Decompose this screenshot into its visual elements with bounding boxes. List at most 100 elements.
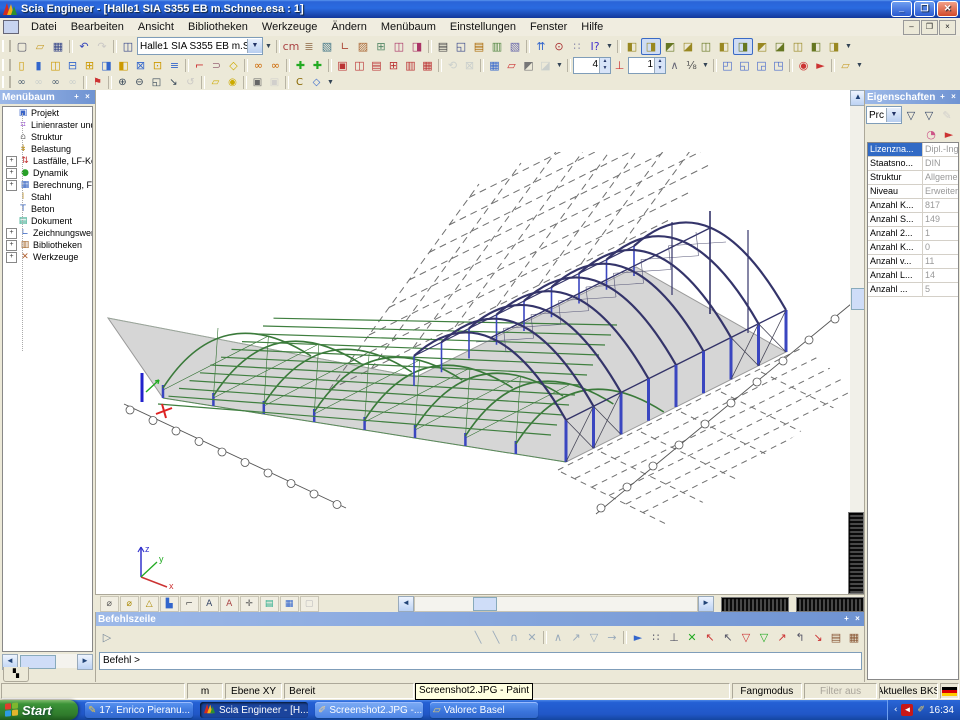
delete-icon[interactable]: ✕ — [523, 630, 541, 645]
connect-icon[interactable]: ⌐ — [191, 58, 208, 73]
sidebar-item-projekt[interactable]: ▣Projekt — [3, 107, 92, 119]
view-mode-4-icon[interactable]: ◪ — [679, 39, 697, 54]
chevron-down-icon[interactable]: ▼ — [886, 108, 901, 122]
palette-icon[interactable]: ▨ — [354, 39, 372, 54]
doc-icon[interactable]: ▤ — [260, 596, 279, 612]
cursor-snap-icon[interactable]: ► — [629, 630, 647, 645]
print-preview-icon[interactable]: ◱ — [452, 39, 470, 54]
minimize-button[interactable]: _ — [891, 1, 912, 17]
view-mode-10-icon[interactable]: ◫ — [789, 39, 807, 54]
rib-icon[interactable]: ⊡ — [149, 58, 166, 73]
view-mode-5-icon[interactable]: ◫ — [697, 39, 715, 54]
draw-line-icon[interactable]: ╲ — [469, 630, 487, 645]
sidebar-item-dynamik[interactable]: +●Dynamik — [3, 167, 92, 179]
raster-icon[interactable]: ∷ — [568, 39, 586, 54]
snap-node2-icon[interactable]: ▽ — [755, 630, 773, 645]
property-row[interactable]: StrukturAllgemei... — [868, 171, 958, 185]
scale-icon[interactable]: ⊥ — [611, 58, 628, 73]
pin-icon[interactable]: + — [71, 92, 82, 103]
axes-cross-icon[interactable]: ✛ — [240, 596, 259, 612]
menu-ansicht[interactable]: Ansicht — [131, 20, 181, 34]
import-icon[interactable]: ▱ — [503, 58, 520, 73]
link-3-icon[interactable]: ∞ — [47, 76, 64, 89]
fly-mode-icon[interactable]: ► — [812, 58, 829, 73]
tray-app-icon[interactable]: ◄ — [901, 704, 913, 716]
expand-icon[interactable]: + — [6, 240, 17, 251]
column-icon[interactable]: ▮ — [30, 58, 47, 73]
palette-red-icon[interactable]: ◉ — [795, 58, 812, 73]
property-row[interactable]: Anzahl L...14 — [868, 269, 958, 283]
clipboard-icon[interactable]: C — [291, 76, 308, 89]
new-file-icon[interactable]: ▢ — [13, 39, 31, 54]
property-row[interactable]: Anzahl K...817 — [868, 199, 958, 213]
taskbar-button-17enricopieran[interactable]: ✎17. Enrico Pieranu... — [85, 702, 193, 718]
layers-icon[interactable]: ≣ — [300, 39, 318, 54]
picture-icon[interactable]: ▥ — [488, 39, 506, 54]
expand-icon[interactable]: + — [6, 180, 17, 191]
clip-1-icon[interactable]: ⌀ — [100, 596, 119, 612]
storage-icon[interactable]: ▦ — [486, 58, 503, 73]
restore-button[interactable]: ❐ — [914, 1, 935, 17]
toolbar-dropdown-icon[interactable]: ▼ — [854, 58, 865, 73]
plate-icon[interactable]: ◨ — [98, 58, 115, 73]
property-row[interactable]: Anzahl S...149 — [868, 213, 958, 227]
menu-tree-tab[interactable]: ▚ — [3, 667, 29, 682]
menu-menbaum[interactable]: Menübaum — [374, 20, 443, 34]
menu-hilfe[interactable]: Hilfe — [574, 20, 610, 34]
close-panel-icon[interactable]: × — [948, 92, 959, 103]
property-row[interactable]: Lizenzna...Dipl.-Ing... — [868, 143, 958, 157]
add-load-icon[interactable]: ✚ — [292, 58, 309, 73]
spinner-spin_a[interactable]: 4▲▼ — [573, 57, 611, 74]
toolbar-dropdown-icon[interactable]: ▼ — [554, 58, 565, 73]
hide-icons-chevron-icon[interactable]: ‹ — [894, 705, 898, 715]
sidebar-item-beton[interactable]: TBeton — [3, 203, 92, 215]
clip-slider-vertical[interactable] — [848, 512, 864, 594]
sidebar-item-dokument[interactable]: ▤Dokument — [3, 215, 92, 227]
section-b1-icon[interactable]: ▣ — [334, 58, 351, 73]
sidebar-item-werkzeuge[interactable]: +✕Werkzeuge — [3, 251, 92, 263]
mdi-minimize-button[interactable]: – — [903, 20, 920, 35]
section-b2-icon[interactable]: ◫ — [351, 58, 368, 73]
sidebar-item-lastfllelfkc[interactable]: +⇅Lastfälle, LF-Kc — [3, 155, 92, 167]
start-button[interactable]: Start — [0, 700, 78, 720]
snap-midpoint-icon[interactable]: ↖ — [719, 630, 737, 645]
view-mode-9-icon[interactable]: ◪ — [771, 39, 789, 54]
haunch-icon[interactable]: ⊟ — [64, 58, 81, 73]
mdi-close-button[interactable]: × — [939, 20, 956, 35]
snap-nearest-icon[interactable]: ↘ — [809, 630, 827, 645]
opening-icon[interactable]: ⊠ — [132, 58, 149, 73]
filter-icon[interactable]: ▽ — [902, 108, 920, 123]
hscroll-thumb[interactable] — [473, 597, 497, 611]
menu-bibliotheken[interactable]: Bibliotheken — [181, 20, 255, 34]
expand-icon[interactable]: + — [6, 168, 17, 179]
chart-icon[interactable]: ▙ — [160, 596, 179, 612]
link-1-icon[interactable]: ∞ — [13, 76, 30, 89]
support-icon[interactable]: ◇ — [225, 58, 242, 73]
document-icon[interactable]: ▤ — [470, 39, 488, 54]
sidebar-item-struktur[interactable]: ⌂Struktur — [3, 131, 92, 143]
pin-icon[interactable]: + — [841, 614, 852, 625]
light-icon[interactable]: ◉ — [224, 76, 241, 89]
beam-icon[interactable]: ◫ — [47, 58, 64, 73]
units-icon[interactable]: cm — [282, 39, 300, 54]
sidebar-item-linienrasterund[interactable]: ⌗Linienraster und — [3, 119, 92, 131]
camera-icon[interactable]: ▣ — [249, 76, 266, 89]
peaks-icon[interactable]: ∧ — [666, 58, 683, 73]
close-button[interactable]: ✕ — [937, 1, 958, 17]
view-mode-6-icon[interactable]: ◧ — [715, 39, 733, 54]
window-2-icon[interactable]: ◱ — [736, 58, 753, 73]
undo-icon[interactable]: ↶ — [75, 39, 93, 54]
search-icon[interactable]: ⊙ — [550, 39, 568, 54]
select-up-icon[interactable]: ∧ — [549, 630, 567, 645]
tree-horizontal-scrollbar[interactable]: ◄ ► — [2, 654, 93, 668]
filter-flash-icon[interactable]: ▽ — [920, 108, 938, 123]
render-icon[interactable]: ▧ — [318, 39, 336, 54]
chevron-down-icon[interactable]: ▼ — [247, 39, 262, 53]
frame-view2-icon[interactable]: ◨ — [408, 39, 426, 54]
section-b4-icon[interactable]: ⊞ — [385, 58, 402, 73]
view-mode-3-icon[interactable]: ◩ — [661, 39, 679, 54]
axes-icon[interactable]: ∟ — [336, 39, 354, 54]
view-mode-2-icon[interactable]: ◨ — [641, 38, 661, 55]
toolbar-dropdown-icon[interactable]: ▼ — [843, 39, 854, 54]
folder-yellow-icon[interactable]: ▱ — [207, 76, 224, 89]
